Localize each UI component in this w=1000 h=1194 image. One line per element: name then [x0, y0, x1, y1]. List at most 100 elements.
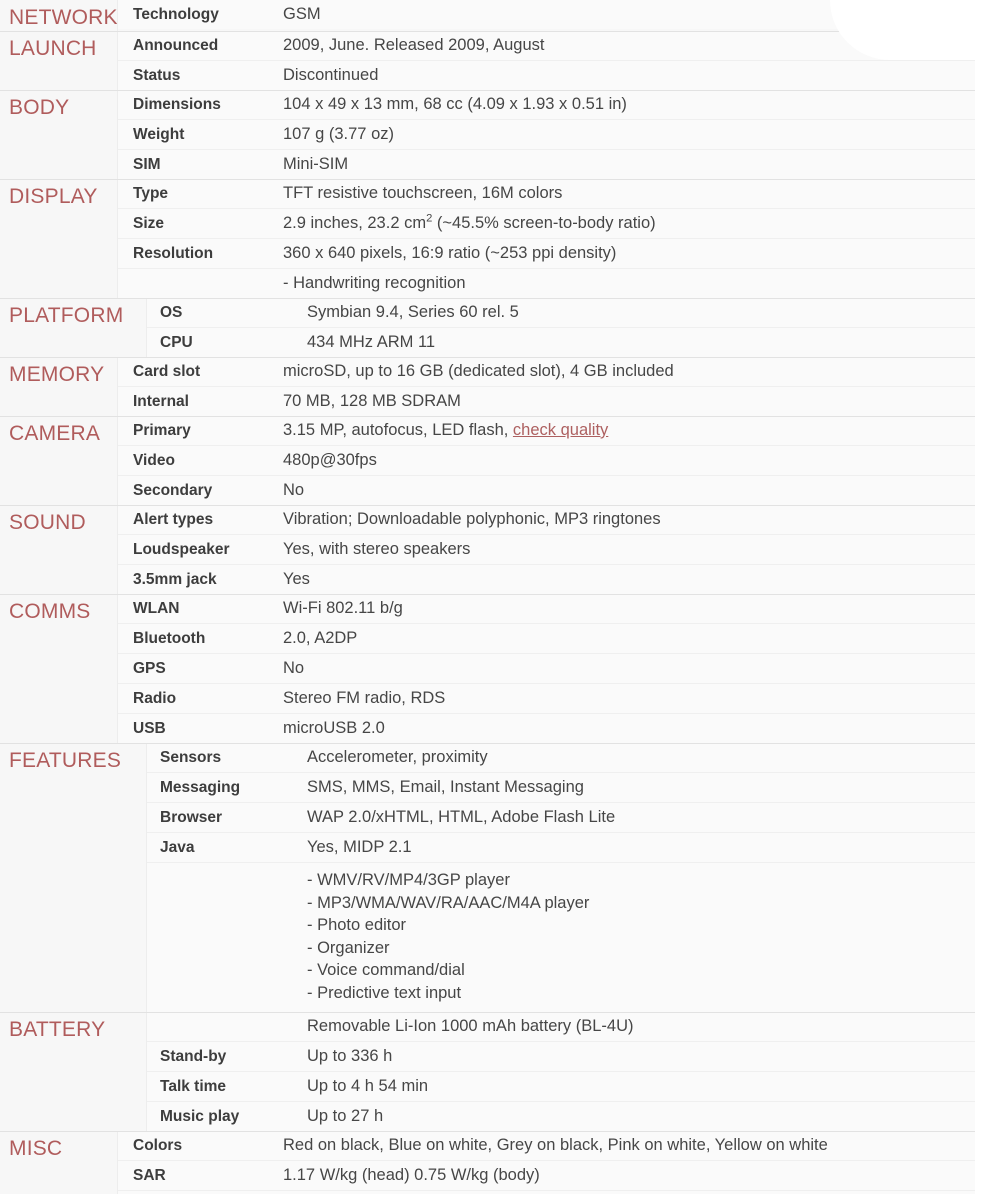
section-title: BODY [9, 96, 70, 119]
section-title: LAUNCH [9, 37, 97, 60]
spec-row-value: Removable Li-Ion 1000 mAh battery (BL-4U… [307, 1017, 634, 1035]
spec-sheet: NETWORK Technology GSM LAUNCH Announced 2009,… [0, 0, 1000, 1194]
section-rows: Alert types Vibration; Downloadable polyp… [118, 505, 975, 594]
spec-row: GPS No [118, 653, 975, 683]
spec-section: MISC Colors Red on black, Blue on white, G… [0, 1131, 975, 1194]
spec-row: Type TFT resistive touchscreen, 16M color… [118, 179, 975, 208]
section-rows: Primary 3.15 MP, autofocus, LED flash, ch… [118, 416, 975, 505]
spec-row: - WMV/RV/MP4/3GP player - MP3/WMA/WAV/RA… [147, 862, 975, 1012]
section-rows: Colors Red on black, Blue on white, Grey … [118, 1131, 975, 1194]
spec-row: Status Discontinued [118, 60, 975, 90]
section-title: NETWORK [9, 6, 118, 29]
spec-row: Announced 2009, June. Released 2009, Augu… [118, 31, 975, 60]
spec-row-value: 70 MB, 128 MB SDRAM [283, 392, 461, 410]
section-title: MISC [9, 1137, 63, 1160]
spec-row: Radio Stereo FM radio, RDS [118, 683, 975, 713]
spec-row: Alert types Vibration; Downloadable polyp… [118, 505, 975, 534]
spec-row-value: Mini-SIM [283, 155, 349, 173]
spec-row: Talk time Up to 4 h 54 min [147, 1071, 975, 1101]
spec-row-label: Talk time [160, 1078, 227, 1095]
spec-row-value: No [283, 481, 305, 499]
section-name-cell: MEMORY [0, 357, 118, 416]
value-text-post: (~45.5% screen-to-body ratio) [432, 214, 656, 232]
spec-section: SOUND Alert types Vibration; Downloadable … [0, 505, 975, 594]
section-name-cell: MISC [0, 1131, 118, 1194]
spec-row: 3.5mm jack Yes [118, 564, 975, 594]
spec-row: Messaging SMS, MMS, Email, Instant Messag… [147, 772, 975, 802]
check-quality-link[interactable]: check quality [513, 421, 608, 439]
section-title: SOUND [9, 511, 86, 534]
spec-section: COMMS WLAN Wi-Fi 802.11 b/g Bluetooth 2.0, A… [0, 594, 975, 743]
section-grid: FEATURES Sensors Accelerometer, proximity M… [0, 743, 975, 1012]
spec-row-value: - Handwriting recognition [283, 274, 466, 292]
spec-row: Technology GSM [118, 0, 975, 29]
section-title: FEATURES [9, 749, 122, 772]
spec-row: Size 2.9 inches, 23.2 cm2 (~45.5% screen-… [118, 208, 975, 238]
spec-row-value: Up to 27 h [307, 1107, 384, 1125]
spec-row-value: 104 x 49 x 13 mm, 68 cc (4.09 x 1.93 x 0… [283, 95, 627, 113]
section-rows: Dimensions 104 x 49 x 13 mm, 68 cc (4.09 … [118, 90, 975, 179]
value-text-pre: 3.15 MP, autofocus, LED flash, [283, 421, 513, 439]
spec-row-label: Primary [133, 422, 191, 439]
spec-row: Secondary No [118, 475, 975, 505]
spec-row-value: 434 MHz ARM 11 [307, 333, 436, 351]
spec-row-value: SMS, MMS, Email, Instant Messaging [307, 778, 584, 796]
section-name-cell: NETWORK [0, 0, 118, 31]
spec-row: WLAN Wi-Fi 802.11 b/g [118, 594, 975, 623]
spec-row-value: Wi-Fi 802.11 b/g [283, 599, 403, 617]
section-name-cell: FEATURES [0, 743, 147, 1012]
section-grid: PLATFORM OS Symbian 9.4, Series 60 rel. 5 C… [0, 298, 975, 357]
spec-row-value: 1.17 W/kg (head) 0.75 W/kg (body) [283, 1166, 540, 1184]
section-grid: DISPLAY Type TFT resistive touchscreen, 16… [0, 179, 975, 298]
section-grid: MISC Colors Red on black, Blue on white, G… [0, 1131, 975, 1194]
spec-row-label: Music play [160, 1108, 240, 1125]
section-name-cell: COMMS [0, 594, 118, 743]
section-name-cell: DISPLAY [0, 179, 118, 298]
spec-section: BATTERY Removable Li-Ion 1000 mAh battery… [0, 1012, 975, 1131]
section-title: MEMORY [9, 363, 105, 386]
spec-row: Card slot microSD, up to 16 GB (dedicated… [118, 357, 975, 386]
spec-row-value: 2009, June. Released 2009, August [283, 36, 545, 54]
spec-row-label: Internal [133, 393, 189, 410]
section-title: DISPLAY [9, 185, 98, 208]
spec-row-value: WAP 2.0/xHTML, HTML, Adobe Flash Lite [307, 808, 616, 826]
spec-row: Colors Red on black, Blue on white, Grey … [118, 1131, 975, 1160]
spec-row-label: Status [133, 67, 181, 84]
spec-row: - Handwriting recognition [118, 268, 975, 298]
spec-row-value: 2.0, A2DP [283, 629, 358, 647]
section-grid: LAUNCH Announced 2009, June. Released 2009… [0, 31, 975, 90]
spec-row-label: Video [133, 452, 175, 469]
spec-row-label: Weight [133, 126, 185, 143]
spec-row-value: Yes, with stereo speakers [283, 540, 471, 558]
section-title: BATTERY [9, 1018, 106, 1041]
spec-row: SIM Mini-SIM [118, 149, 975, 179]
spec-row-label: Secondary [133, 482, 213, 499]
spec-row-value: Red on black, Blue on white, Grey on bla… [283, 1136, 828, 1154]
spec-row-label: Messaging [160, 779, 241, 796]
section-name-cell: SOUND [0, 505, 118, 594]
spec-row-label: SIM [133, 156, 161, 173]
section-grid: BATTERY Removable Li-Ion 1000 mAh battery… [0, 1012, 975, 1131]
section-rows: Technology GSM [118, 0, 975, 31]
spec-row-value: Discontinued [283, 66, 379, 84]
spec-row-label: WLAN [133, 600, 180, 617]
spec-row-value: - WMV/RV/MP4/3GP player - MP3/WMA/WAV/RA… [307, 871, 590, 1002]
spec-row-label: CPU [160, 334, 193, 351]
spec-row: CPU 434 MHz ARM 11 [147, 327, 975, 357]
spec-row-label: Browser [160, 809, 223, 826]
spec-row: Resolution 360 x 640 pixels, 16:9 ratio (… [118, 238, 975, 268]
section-rows: Type TFT resistive touchscreen, 16M color… [118, 179, 975, 298]
spec-row: Weight 107 g (3.77 oz) [118, 119, 975, 149]
spec-row-label: Size [133, 215, 165, 232]
spec-row: Bluetooth 2.0, A2DP [118, 623, 975, 653]
spec-row-label: Colors [133, 1137, 183, 1154]
spec-row-value: microUSB 2.0 [283, 719, 385, 737]
spec-row: Browser WAP 2.0/xHTML, HTML, Adobe Flash … [147, 802, 975, 832]
section-grid: SOUND Alert types Vibration; Downloadable … [0, 505, 975, 594]
spec-row-value: Up to 336 h [307, 1047, 393, 1065]
spec-row-label: Resolution [133, 245, 214, 262]
spec-row: USB microUSB 2.0 [118, 713, 975, 743]
spec-row-label: Announced [133, 37, 219, 54]
section-rows: Sensors Accelerometer, proximity Messaging… [147, 743, 975, 1012]
spec-row-label: Dimensions [133, 96, 221, 113]
